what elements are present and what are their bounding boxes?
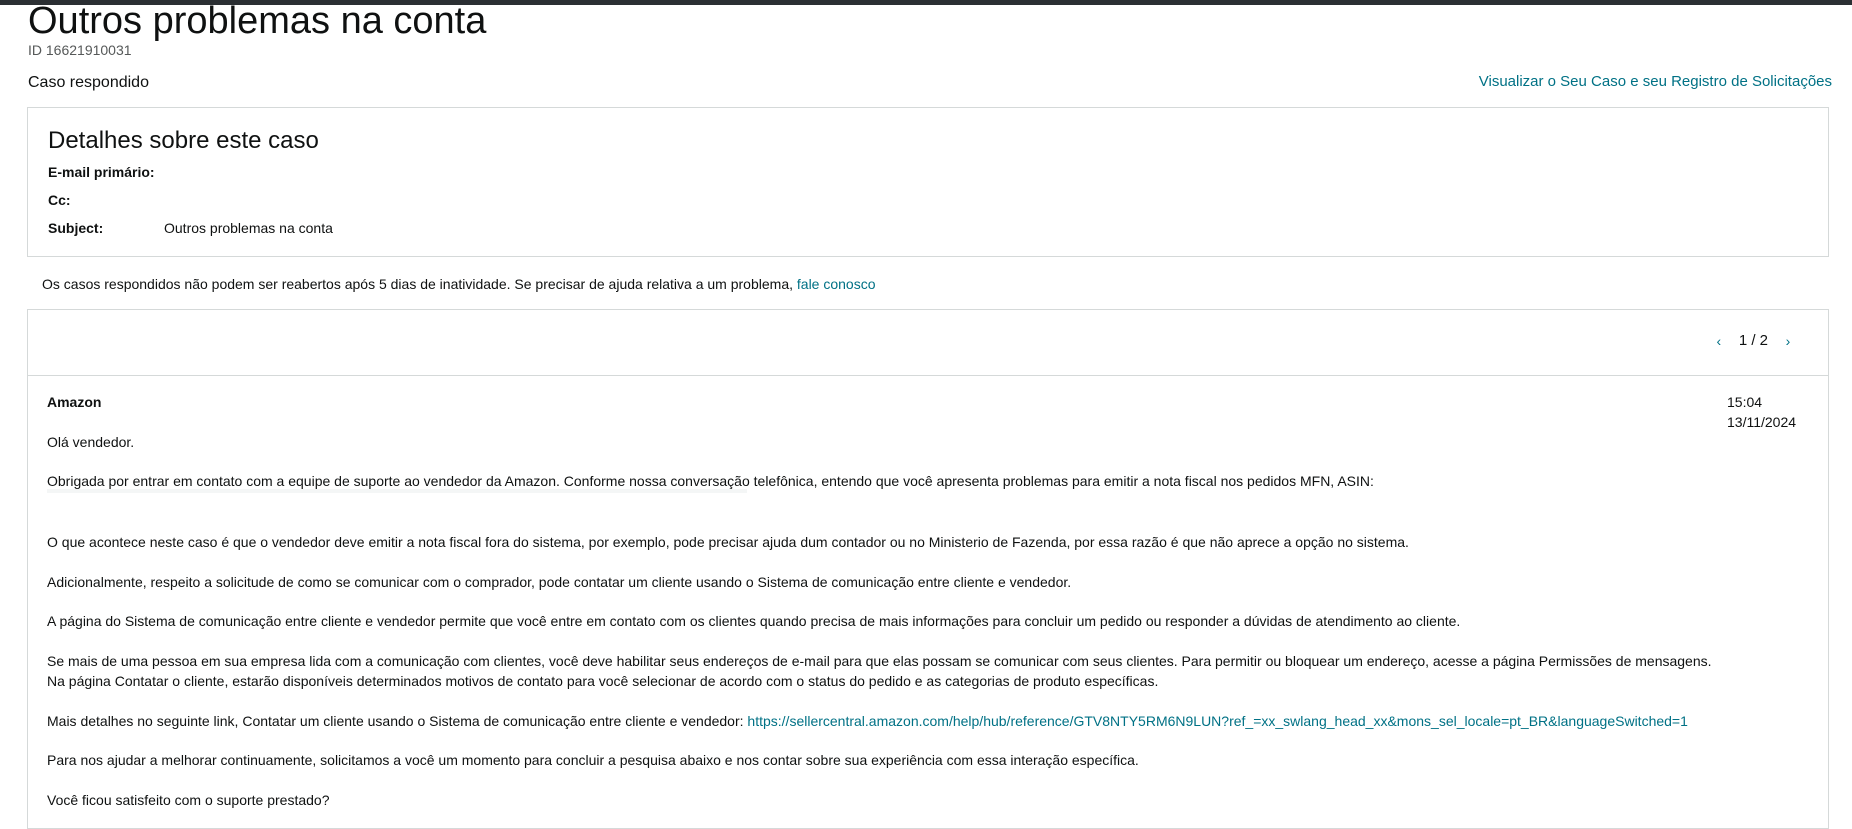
message-paragraph: A página do Sistema de comunicação entre… [47,613,1461,629]
case-id: ID 16621910031 [28,42,132,58]
message-paragraph: Na página Contatar o cliente, estarão di… [47,673,1159,689]
notice-text: Os casos respondidos não podem ser reabe… [42,276,797,292]
reopen-notice: Os casos respondidos não podem ser reabe… [42,276,876,292]
message-paragraph: Você ficou satisfeito com o suporte pres… [47,792,330,808]
contact-us-link[interactable]: fale conosco [797,276,876,292]
link-intro-text: Mais detalhes no seguinte link, Contatar… [47,713,748,729]
message-paragraph: O que acontece neste caso é que o vended… [47,534,1409,550]
pager-count: 1 / 2 [1738,332,1768,349]
message-pager: ‹ 1 / 2 › [1713,332,1794,349]
details-title: Detalhes sobre este caso [48,127,319,154]
message-paragraph: Para nos ajudar a melhorar continuamente… [47,752,1139,768]
seller-central-help-link[interactable]: https://sellercentral.amazon.com/help/hu… [747,713,1687,729]
message-paragraph: Obrigada por entrar em contato com a equ… [47,473,1374,489]
cc-label: Cc: [48,192,71,208]
primary-email-label: E-mail primário: [48,164,155,180]
detail-cc: Cc: [48,192,164,208]
chevron-right-icon[interactable]: › [1782,333,1794,349]
redacted-line [47,489,747,493]
subject-value: Outros problemas na conta [164,220,333,236]
view-case-log-link[interactable]: Visualizar o Seu Caso e seu Registro de … [1479,73,1832,90]
subject-label: Subject: [48,220,104,236]
chevron-left-icon[interactable]: ‹ [1713,333,1725,349]
message-sender: Amazon [47,394,102,410]
conversation-panel: ‹ 1 / 2 › Amazon 15:04 13/11/2024 Olá ve… [27,309,1829,829]
message-time: 15:04 [1727,394,1763,410]
conversation-divider [28,375,1828,376]
message-paragraph-link: Mais detalhes no seguinte link, Contatar… [47,711,1688,731]
message-timestamp: 15:04 13/11/2024 [1727,392,1807,432]
case-status: Caso respondido [28,74,149,91]
message-paragraph: Olá vendedor. [47,434,135,450]
page-title: Outros problemas na conta [28,0,487,42]
message-paragraph: Adicionalmente, respeito a solicitude de… [47,574,1072,590]
detail-subject: Subject: Outros problemas na conta [48,220,333,236]
message-paragraph: Se mais de uma pessoa em sua empresa lid… [47,653,1712,669]
message-date: 13/11/2024 [1727,414,1797,430]
detail-primary-email: E-mail primário: [48,164,164,180]
